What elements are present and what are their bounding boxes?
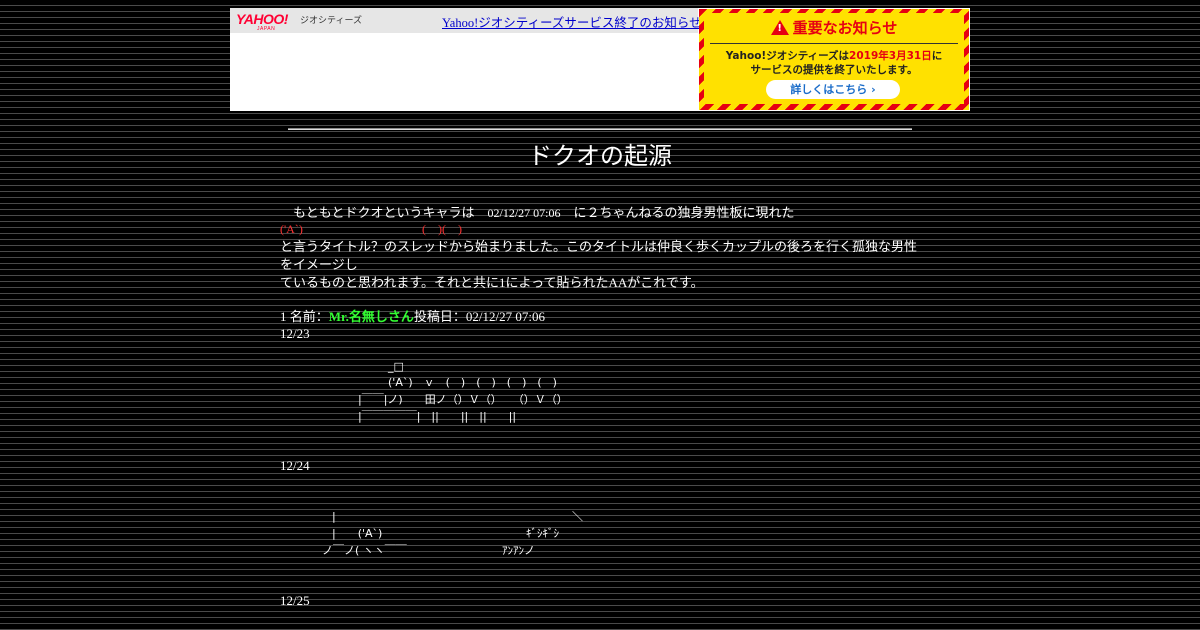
service-end-link[interactable]: Yahoo!ジオシティーズサービス終了のお知らせ [442, 12, 702, 31]
intro-line-5: ているものと思われます。それと共に1によって貼られたAAがこれです。 [280, 275, 704, 290]
intro-line-4: をイメージし [280, 257, 358, 272]
banner-bar: YAHOO! JAPAN ジオシティーズ Yahoo!ジオシティーズサービス終了… [230, 8, 702, 33]
aa2-line2: | ('A`) [332, 527, 383, 540]
aa2-line1b: ＼ [572, 510, 583, 523]
aa1-line3: |￣￣|ノ) 田ノ（）Ｖ（） （）Ｖ（） [358, 393, 568, 406]
important-notice-box[interactable]: 重要なお知らせ Yahoo!ジオシティーズは2019年3月31日にサービスの提供… [699, 9, 969, 110]
date-12-25: 12/25 [280, 593, 310, 608]
page-title: ドクオの起源 [528, 142, 672, 170]
aa1-line4: |￣￣￣￣￣| || || || || [358, 410, 517, 423]
yahoo-logo-sub: JAPAN [257, 26, 276, 32]
intro-line-1: もともとドクオというキャラは 02/12/27 07:06 に２ちゃんねるの独身… [280, 204, 795, 222]
details-button[interactable]: 詳しくはこちら › [766, 80, 900, 99]
notice-heading: 重要なお知らせ [704, 17, 964, 38]
title-divider [288, 128, 912, 130]
aa1-line2: ('A`) ｖ ( ) ( ) ( ) ( ) [388, 376, 557, 389]
notice-divider [710, 43, 958, 44]
geocities-label: ジオシティーズ [300, 15, 363, 25]
post-number: 1 [280, 309, 287, 324]
geocities-banner: YAHOO! JAPAN ジオシティーズ Yahoo!ジオシティーズサービス終了… [230, 8, 970, 111]
warning-icon [770, 20, 789, 35]
yahoo-logo[interactable]: YAHOO! [236, 11, 288, 27]
post-name: Mr.名無しさん [328, 309, 414, 324]
notice-inner: 重要なお知らせ Yahoo!ジオシティーズは2019年3月31日にサービスの提供… [704, 13, 964, 104]
date-12-24: 12/24 [280, 458, 310, 473]
notice-body: Yahoo!ジオシティーズは2019年3月31日にサービスの提供を終了いたします… [704, 49, 964, 77]
post-header: 1 名前：Mr.名無しさん投稿日：02/12/27 07:06 [280, 308, 545, 325]
aa2-line3b: ｱﾝｱﾝノ [502, 544, 535, 557]
notice-heading-text: 重要なお知らせ [792, 19, 898, 37]
thread-title-a: ('A`) [280, 222, 303, 236]
aa2-line3: ノ￣ノ( ヽヽ￣￣ [322, 544, 407, 557]
post-date-label: 投稿日： [413, 309, 466, 324]
notice-body-line2: サービスの提供を終了いたします。 [750, 64, 918, 76]
aa2-line2b: ｷﾞｼｷﾞｼ [526, 527, 559, 540]
notice-end-date: 2019年3月31日 [849, 50, 932, 62]
post-date: 02/12/27 07:06 [465, 309, 545, 324]
intro-line-1a: もともとドクオというキャラは [280, 205, 488, 220]
intro-date: 02/12/27 07:06 [487, 206, 561, 220]
thread-title-b: ( )( ) [422, 222, 462, 236]
notice-body-pre: Yahoo!ジオシティーズは [725, 50, 850, 62]
date-12-23: 12/23 [280, 326, 310, 341]
post-name-label: 名前： [289, 309, 329, 324]
aa1-line1: _□ [388, 360, 404, 373]
intro-line-3: と言うタイトル？のスレッドから始まりました。このタイトルは仲良く歩くカップルの後… [280, 239, 918, 254]
intro-line-1b: に２ちゃんねるの独身男性板に現れた [560, 205, 795, 220]
notice-body-post: に [931, 50, 943, 62]
aa2-line1: | [332, 510, 336, 523]
